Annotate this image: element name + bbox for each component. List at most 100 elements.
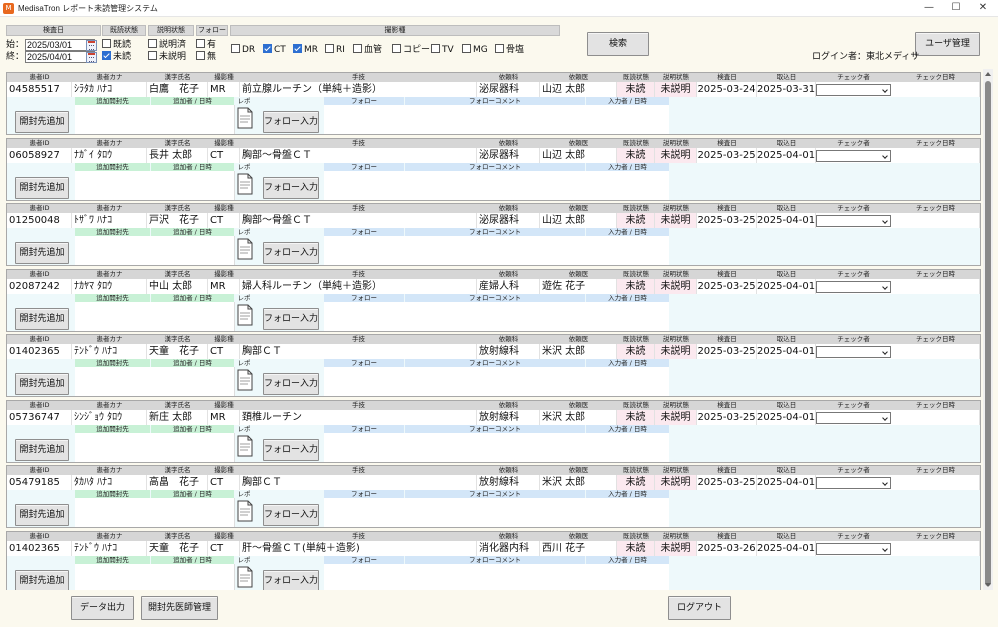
add-open-target-button[interactable]: 開封先追加 [15, 307, 69, 330]
checker-select[interactable] [816, 84, 891, 96]
report-document-icon[interactable] [235, 565, 253, 589]
calendar-icon[interactable] [86, 52, 97, 63]
add-open-target-button[interactable]: 開封先追加 [15, 373, 69, 395]
modality-dr-checkbox[interactable]: DR [231, 44, 255, 56]
report-document-icon[interactable] [235, 499, 253, 523]
modality-ri-checkbox[interactable]: RI [325, 44, 345, 56]
end-date-input[interactable]: 2025/04/01 [25, 51, 95, 63]
vertical-scrollbar[interactable] [983, 69, 993, 590]
checkbox-icon[interactable] [102, 51, 111, 60]
modality-copy-checkbox[interactable]: コピー [392, 44, 430, 56]
follow-input-button[interactable]: フォロー入力 [263, 438, 319, 461]
column-header: 依頼医 [568, 73, 589, 81]
report-document-icon[interactable] [235, 434, 253, 458]
follow-no-checkbox[interactable]: 無 [196, 51, 216, 63]
add-target-field[interactable] [75, 367, 235, 396]
checkbox-icon[interactable] [102, 39, 111, 48]
checkbox-icon[interactable] [263, 44, 272, 53]
added-by-header: 追加者 / 日時 [151, 97, 234, 105]
checkbox-icon[interactable] [148, 51, 157, 60]
logout-button[interactable]: ログアウト [668, 596, 731, 620]
add-target-field[interactable] [75, 236, 235, 265]
maximize-icon[interactable]: ☐ [943, 0, 969, 16]
report-document-icon[interactable] [235, 303, 253, 327]
add-target-field[interactable] [75, 170, 235, 200]
report-document-icon[interactable] [235, 172, 253, 196]
add-target-field[interactable] [75, 563, 235, 590]
follow-input-button[interactable]: フォロー入力 [263, 504, 319, 526]
follow-input-button[interactable]: フォロー入力 [263, 111, 319, 133]
checker-select[interactable] [816, 149, 891, 162]
checkbox-icon[interactable] [431, 44, 440, 53]
checkbox-icon[interactable] [353, 44, 362, 53]
modality-mg-checkbox[interactable]: MG [462, 44, 488, 56]
modality-mr-checkbox[interactable]: MR [293, 44, 318, 56]
add-target-field[interactable] [75, 498, 235, 527]
add-open-target-button[interactable]: 開封先追加 [15, 111, 69, 133]
modality-vascular-checkbox[interactable]: 血管 [353, 44, 382, 56]
search-button[interactable]: 検索 [587, 32, 649, 56]
checkbox-icon[interactable] [196, 39, 205, 48]
report-document-icon[interactable] [235, 368, 253, 392]
minimize-icon[interactable]: — [916, 0, 942, 16]
patient-kana: ﾃﾝﾄﾞｳ ﾊﾅｺ [72, 344, 147, 359]
import-date: 2025-04-01 [757, 278, 816, 294]
column-header: 検査日 [717, 138, 737, 147]
checkbox-icon[interactable] [325, 44, 334, 53]
checkbox-icon[interactable] [495, 44, 504, 53]
follow-comment-field [324, 432, 669, 462]
added-by-header: 追加者 / 日時 [151, 359, 234, 367]
referring-doctor: 米沢 太郎 [540, 475, 617, 490]
read-checkbox[interactable]: 既読 [102, 39, 131, 51]
report-document-icon[interactable] [235, 237, 253, 261]
checker-select[interactable] [816, 215, 891, 227]
add-open-target-button[interactable]: 開封先追加 [15, 176, 69, 199]
import-date: 2025-04-01 [757, 540, 816, 556]
close-icon[interactable]: ✕ [970, 0, 996, 16]
follow-input-button[interactable]: フォロー入力 [263, 307, 319, 330]
checker-select[interactable] [816, 280, 891, 293]
checkbox-icon[interactable] [392, 44, 401, 53]
modality: CT [208, 344, 240, 359]
scroll-down-icon[interactable] [985, 583, 991, 587]
unexplained-checkbox[interactable]: 未説明 [148, 51, 186, 63]
follow-input-button[interactable]: フォロー入力 [263, 373, 319, 395]
explained-checkbox[interactable]: 説明済 [148, 39, 186, 51]
start-date-input[interactable]: 2025/03/01 [25, 39, 95, 51]
add-open-target-button[interactable]: 開封先追加 [15, 504, 69, 526]
modality-bone-checkbox[interactable]: 骨塩 [495, 44, 524, 56]
unread-checkbox[interactable]: 未読 [102, 51, 131, 63]
checkbox-icon[interactable] [148, 39, 157, 48]
scroll-thumb[interactable] [985, 81, 991, 586]
checkbox-icon[interactable] [293, 44, 302, 53]
scroll-up-icon[interactable] [985, 72, 991, 76]
data-output-button[interactable]: データ出力 [71, 596, 134, 620]
checkbox-icon[interactable] [462, 44, 471, 53]
add-open-target-button[interactable]: 開封先追加 [15, 242, 69, 264]
checkbox-icon[interactable] [231, 44, 240, 53]
follow-input-button[interactable]: フォロー入力 [263, 569, 319, 590]
follow-input-button[interactable]: フォロー入力 [263, 176, 319, 199]
calendar-icon[interactable] [86, 40, 97, 51]
checkbox-icon[interactable] [196, 51, 205, 60]
follow-input-button[interactable]: フォロー入力 [263, 242, 319, 264]
modality-tv-checkbox[interactable]: TV [431, 44, 454, 56]
follow-yes-checkbox[interactable]: 有 [196, 39, 216, 51]
follow-header: フォロー [324, 293, 404, 302]
add-open-target-button[interactable]: 開封先追加 [15, 569, 69, 590]
report-document-icon[interactable] [235, 106, 253, 130]
add-open-target-button[interactable]: 開封先追加 [15, 438, 69, 461]
checker-select[interactable] [816, 477, 891, 489]
explain-status: 未説明 [655, 147, 697, 163]
add-target-field[interactable] [75, 105, 235, 134]
add-target-field[interactable] [75, 432, 235, 462]
add-target-field[interactable] [75, 301, 235, 331]
record-card: 患者ID 01250048 患者カナ ﾄｻﾞﾜ ﾊﾅｺ 漢字氏名 戸沢 花子 撮影種 CT 手技… [6, 203, 981, 266]
checker-select[interactable] [816, 411, 891, 424]
checker-select[interactable] [816, 542, 891, 555]
explain-status: 未説明 [655, 475, 697, 490]
doctor-management-button[interactable]: 開封先医師管理 [141, 596, 218, 620]
checker-select[interactable] [816, 346, 891, 358]
modality-ct-checkbox[interactable]: CT [263, 44, 286, 56]
user-management-button[interactable]: ユーザ管理 [915, 32, 980, 56]
